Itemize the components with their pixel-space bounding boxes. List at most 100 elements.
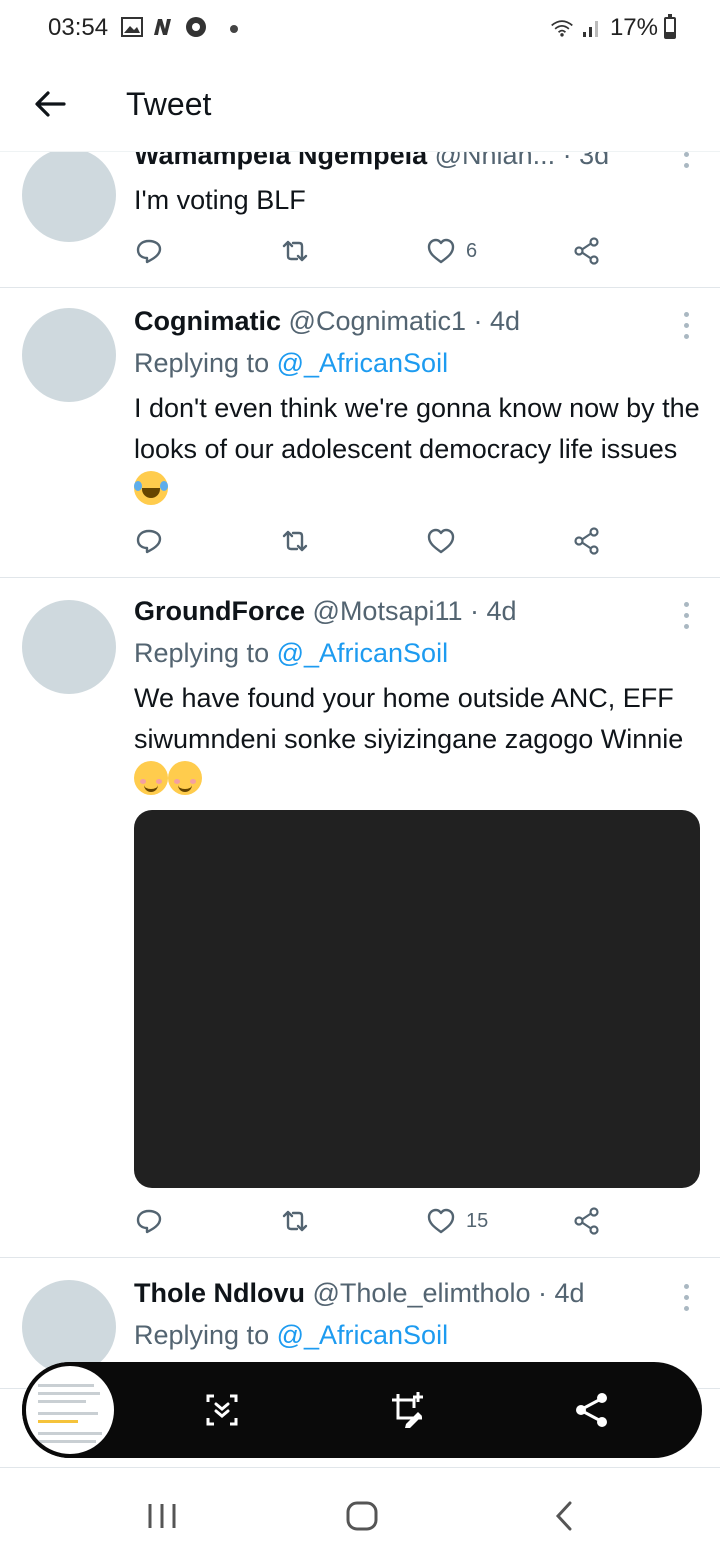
tweet-header: Thole Ndlovu @Thole_elimtholo · 4d	[134, 1278, 664, 1309]
chrome-icon	[184, 16, 208, 38]
retweet-icon	[282, 1210, 308, 1232]
author-handle[interactable]: @Motsapi11	[313, 596, 463, 626]
tweet-actions: 15	[134, 1206, 614, 1240]
more-icon[interactable]	[682, 602, 690, 629]
laughing-emoji-icon	[134, 471, 168, 505]
more-icon[interactable]	[682, 312, 690, 339]
smiling-emoji-icon	[168, 761, 202, 795]
edit-screenshot-button[interactable]	[388, 1390, 428, 1430]
avatar[interactable]	[22, 600, 116, 694]
gallery-icon	[120, 16, 144, 38]
replying-to: Replying to @_AfricanSoil	[134, 1320, 448, 1351]
tweet-actions	[134, 526, 614, 560]
system-nav-bar	[0, 1468, 720, 1560]
share-icon	[574, 527, 599, 555]
share-button[interactable]	[572, 1206, 602, 1236]
system-status: 17%	[550, 14, 676, 42]
more-icon[interactable]	[682, 152, 690, 168]
author-name[interactable]: GroundForce	[134, 596, 305, 626]
replying-to-label: Replying to	[134, 638, 277, 668]
signal-icon	[580, 17, 604, 39]
tweet-time: · 4d	[462, 596, 517, 626]
reply-button[interactable]	[134, 236, 164, 266]
screenshot-thumbnail[interactable]	[22, 1362, 118, 1458]
wifi-icon	[550, 17, 574, 39]
tweet-header: Cognimatic @Cognimatic1 · 4d	[134, 306, 664, 337]
tweet-text-content: I don't even think we're gonna know now …	[134, 393, 700, 464]
author-name[interactable]: Thole Ndlovu	[134, 1278, 305, 1308]
share-button[interactable]	[572, 236, 602, 266]
share-button[interactable]	[572, 526, 602, 556]
back-button[interactable]	[30, 84, 70, 124]
tweet[interactable]: Cognimatic @Cognimatic1 · 4d Replying to…	[0, 288, 720, 578]
share-screenshot-button[interactable]	[572, 1390, 612, 1430]
scroll-capture-icon	[206, 1394, 238, 1426]
reply-icon	[136, 529, 162, 554]
heart-icon	[427, 1208, 455, 1234]
arrow-left-icon	[35, 91, 66, 117]
page-title: Tweet	[126, 86, 212, 122]
more-notifications-dot	[230, 25, 238, 33]
tweet-actions: 6	[134, 236, 614, 270]
chevron-left-icon	[555, 1501, 572, 1531]
author-handle[interactable]: @Thole_elimtholo	[313, 1278, 531, 1308]
back-nav-button[interactable]	[544, 1500, 584, 1532]
crop-edit-icon	[392, 1392, 423, 1428]
mention-link[interactable]: @_AfricanSoil	[277, 348, 448, 378]
status-time: 03:54	[48, 14, 109, 41]
notification-icons	[120, 16, 238, 38]
tweet-text-content: We have found your home outside ANC, EFF…	[134, 683, 684, 754]
reply-button[interactable]	[134, 1206, 164, 1236]
replying-to: Replying to @_AfricanSoil	[134, 638, 448, 669]
news-app-icon	[152, 16, 176, 38]
like-button[interactable]: 15	[426, 1206, 488, 1236]
share-icon	[574, 237, 599, 265]
replying-to-label: Replying to	[134, 348, 277, 378]
status-bar: 03:54 17%	[0, 0, 720, 60]
more-icon[interactable]	[682, 1284, 690, 1311]
tweet-text: I'm voting BLF	[134, 185, 306, 215]
mention-link[interactable]: @_AfricanSoil	[277, 638, 448, 668]
retweet-button[interactable]	[280, 1206, 310, 1236]
reply-icon	[136, 1209, 162, 1234]
heart-icon	[427, 238, 455, 264]
retweet-button[interactable]	[280, 236, 310, 266]
share-icon	[576, 1393, 607, 1427]
home-icon	[346, 1501, 378, 1531]
retweet-button[interactable]	[280, 526, 310, 556]
author-handle[interactable]: @Cognimatic1	[289, 306, 466, 336]
screenshot-toolbar	[22, 1362, 702, 1458]
tweet-header: GroundForce @Motsapi11 · 4d	[134, 596, 664, 627]
reply-icon	[136, 239, 162, 264]
scroll-capture-button[interactable]	[202, 1390, 242, 1430]
like-count: 6	[466, 239, 478, 262]
author-name[interactable]: Cognimatic	[134, 306, 281, 336]
like-button[interactable]	[426, 526, 466, 556]
replying-to-label: Replying to	[134, 1320, 277, 1350]
retweet-icon	[282, 530, 308, 552]
recent-apps-button[interactable]	[142, 1500, 182, 1532]
avatar[interactable]	[22, 148, 116, 242]
battery-icon	[664, 14, 676, 39]
tweet-text: I don't even think we're gonna know now …	[134, 388, 704, 511]
share-icon	[574, 1207, 599, 1235]
battery-percent: 17%	[609, 14, 658, 41]
recent-apps-icon	[148, 1504, 176, 1528]
avatar[interactable]	[22, 1280, 116, 1374]
home-button[interactable]	[342, 1500, 382, 1532]
like-count: 15	[466, 1209, 489, 1232]
tweet-time: · 4d	[530, 1278, 585, 1308]
smiling-emoji-icon	[134, 761, 168, 795]
tweet-time: · 4d	[466, 306, 521, 336]
reply-button[interactable]	[134, 526, 164, 556]
avatar[interactable]	[22, 308, 116, 402]
like-button[interactable]: 6	[426, 236, 477, 266]
tweet[interactable]: GroundForce @Motsapi11 · 4d Replying to …	[0, 578, 720, 1258]
heart-icon	[427, 528, 455, 554]
tweet-media[interactable]	[134, 810, 700, 1188]
tweet-text: We have found your home outside ANC, EFF…	[134, 678, 704, 801]
mention-link[interactable]: @_AfricanSoil	[277, 1320, 448, 1350]
replying-to: Replying to @_AfricanSoil	[134, 348, 448, 379]
app-header: Tweet	[0, 60, 720, 152]
retweet-icon	[282, 240, 308, 262]
